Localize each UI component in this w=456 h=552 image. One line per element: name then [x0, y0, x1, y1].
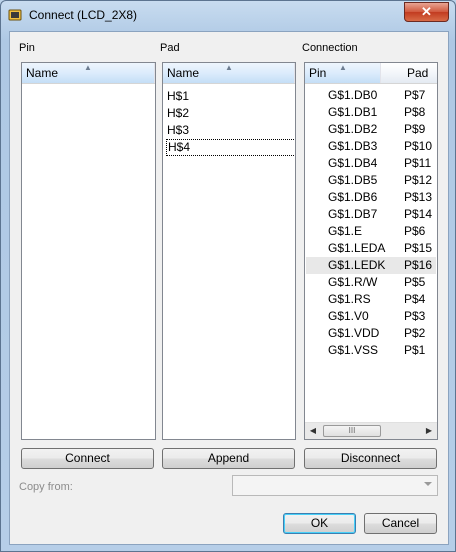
chevron-down-icon — [424, 482, 432, 486]
disconnect-button[interactable]: Disconnect — [304, 448, 437, 469]
connection-pad-cell: P$15 — [404, 241, 433, 255]
connection-pin-column-header[interactable]: Pin ▲ — [305, 63, 381, 83]
connection-pad-cell: P$14 — [404, 207, 433, 221]
pad-item-label: H$4 — [168, 140, 191, 154]
connection-row-selected[interactable]: G$1.LEDK P$16 — [306, 257, 436, 274]
sort-ascending-icon: ▲ — [225, 63, 233, 72]
connection-pad-column-label: Pad — [407, 66, 429, 80]
sort-ascending-icon: ▲ — [339, 63, 347, 72]
connection-pin-cell: G$1.DB7 — [328, 207, 378, 221]
connection-pin-cell: G$1.VDD — [328, 326, 380, 340]
connection-pad-cell: P$12 — [404, 173, 433, 187]
pad-item-label: H$3 — [167, 123, 190, 137]
pin-list[interactable]: Name ▲ — [21, 62, 156, 440]
connection-row[interactable]: G$1.DB3 P$10 — [306, 138, 436, 155]
close-icon: ✕ — [421, 4, 432, 19]
connection-row[interactable]: G$1.R/W P$5 — [306, 274, 436, 291]
pad-name-column-label: Name — [167, 66, 200, 80]
sort-ascending-icon: ▲ — [84, 63, 92, 72]
connection-pin-cell: G$1.DB3 — [328, 139, 378, 153]
pad-list[interactable]: Name ▲ H$1 H$2 H$3 H$4 — [162, 62, 296, 440]
ok-button[interactable]: OK — [283, 513, 356, 534]
scroll-right-icon[interactable]: ▶ — [421, 423, 437, 439]
connection-list[interactable]: Pin ▲ Pad G$1.DB0 P$7 G$1.DB1 P$8 G$1.DB2 P$9… — [304, 62, 438, 440]
eagle-app-icon — [8, 9, 22, 21]
connect-button[interactable]: Connect — [21, 448, 154, 469]
connection-pin-cell: G$1.RS — [328, 292, 371, 306]
pad-list-item[interactable]: H$1 — [166, 88, 295, 105]
connection-pad-cell: P$3 — [404, 309, 426, 323]
connection-horizontal-scrollbar[interactable]: ◀ III ▶ — [305, 422, 437, 439]
connection-row[interactable]: G$1.RS P$4 — [306, 291, 436, 308]
connection-pad-cell: P$6 — [404, 224, 426, 238]
pad-item-label: H$2 — [167, 106, 190, 120]
pin-name-column-header[interactable]: Name ▲ — [22, 63, 155, 83]
connection-pin-cell: G$1.DB4 — [328, 156, 378, 170]
copy-from-dropdown[interactable] — [232, 475, 438, 496]
pin-list-header: Name ▲ — [22, 63, 155, 84]
scrollbar-grip-icon: III — [348, 426, 356, 435]
connection-row[interactable]: G$1.DB4 P$11 — [306, 155, 436, 172]
connection-row[interactable]: G$1.DB0 P$7 — [306, 87, 436, 104]
pad-item-label: H$1 — [167, 89, 190, 103]
connection-row[interactable]: G$1.DB1 P$8 — [306, 104, 436, 121]
connection-row[interactable]: G$1.DB6 P$13 — [306, 189, 436, 206]
connection-pad-cell: P$1 — [404, 343, 426, 357]
connection-pad-cell: P$11 — [404, 156, 432, 170]
connection-pad-cell: P$4 — [404, 292, 426, 306]
connection-pin-column-label: Pin — [309, 66, 327, 80]
connection-panel-label: Connection — [302, 42, 358, 54]
connection-row[interactable]: G$1.V0 P$3 — [306, 308, 436, 325]
connection-pin-cell: G$1.LEDK — [328, 258, 386, 272]
pad-list-item[interactable]: H$2 — [166, 105, 295, 122]
pad-panel-label: Pad — [160, 42, 180, 54]
connection-row[interactable]: G$1.E P$6 — [306, 223, 436, 240]
pad-name-column-header[interactable]: Name ▲ — [163, 63, 295, 83]
connection-pin-cell: G$1.DB5 — [328, 173, 378, 187]
append-button[interactable]: Append — [162, 448, 295, 469]
pin-name-column-label: Name — [26, 66, 59, 80]
copy-from-label: Copy from: — [19, 481, 73, 493]
connection-pad-cell: P$9 — [404, 122, 426, 136]
connection-row[interactable]: G$1.DB7 P$14 — [306, 206, 436, 223]
connection-row[interactable]: G$1.VDD P$2 — [306, 325, 436, 342]
connection-pin-cell: G$1.DB1 — [328, 105, 378, 119]
title-bar[interactable]: Connect (LCD_2X8) ✕ — [1, 1, 455, 29]
connection-pin-cell: G$1.E — [328, 224, 363, 238]
connection-pin-cell: G$1.DB6 — [328, 190, 378, 204]
connection-list-header: Pin ▲ Pad — [305, 63, 437, 84]
connect-dialog: Connect (LCD_2X8) ✕ Pin Pad Connection N… — [0, 0, 456, 552]
connection-row[interactable]: G$1.LEDA P$15 — [306, 240, 436, 257]
close-button[interactable]: ✕ — [404, 2, 449, 22]
pin-panel-label: Pin — [19, 42, 35, 54]
connection-pin-cell: G$1.DB0 — [328, 88, 378, 102]
connection-pin-cell: G$1.LEDA — [328, 241, 386, 255]
scrollbar-thumb[interactable]: III — [323, 425, 381, 437]
connection-pin-cell: G$1.DB2 — [328, 122, 378, 136]
connection-pad-cell: P$8 — [404, 105, 426, 119]
pad-list-header: Name ▲ — [163, 63, 295, 84]
connection-pad-column-header[interactable]: Pad — [403, 63, 437, 83]
connection-pad-cell: P$13 — [404, 190, 433, 204]
connection-pin-cell: G$1.VSS — [328, 343, 379, 357]
window-title: Connect (LCD_2X8) — [29, 8, 138, 22]
connection-pin-cell: G$1.R/W — [328, 275, 378, 289]
cancel-button[interactable]: Cancel — [364, 513, 437, 534]
pad-list-item[interactable]: H$3 — [166, 122, 295, 139]
connection-row[interactable]: G$1.DB2 P$9 — [306, 121, 436, 138]
connection-pad-cell: P$10 — [404, 139, 433, 153]
connection-pad-cell: P$7 — [404, 88, 426, 102]
scroll-left-icon[interactable]: ◀ — [305, 423, 321, 439]
pad-list-item-focused[interactable]: H$4 — [166, 139, 295, 156]
connection-pad-cell: P$16 — [404, 258, 433, 272]
connection-row[interactable]: G$1.DB5 P$12 — [306, 172, 436, 189]
connection-pin-cell: G$1.V0 — [328, 309, 369, 323]
connection-pad-cell: P$5 — [404, 275, 426, 289]
dialog-body: Pin Pad Connection Name ▲ Name ▲ H$1 H$2… — [9, 31, 449, 545]
connection-row[interactable]: G$1.VSS P$1 — [306, 342, 436, 359]
connection-pad-cell: P$2 — [404, 326, 426, 340]
